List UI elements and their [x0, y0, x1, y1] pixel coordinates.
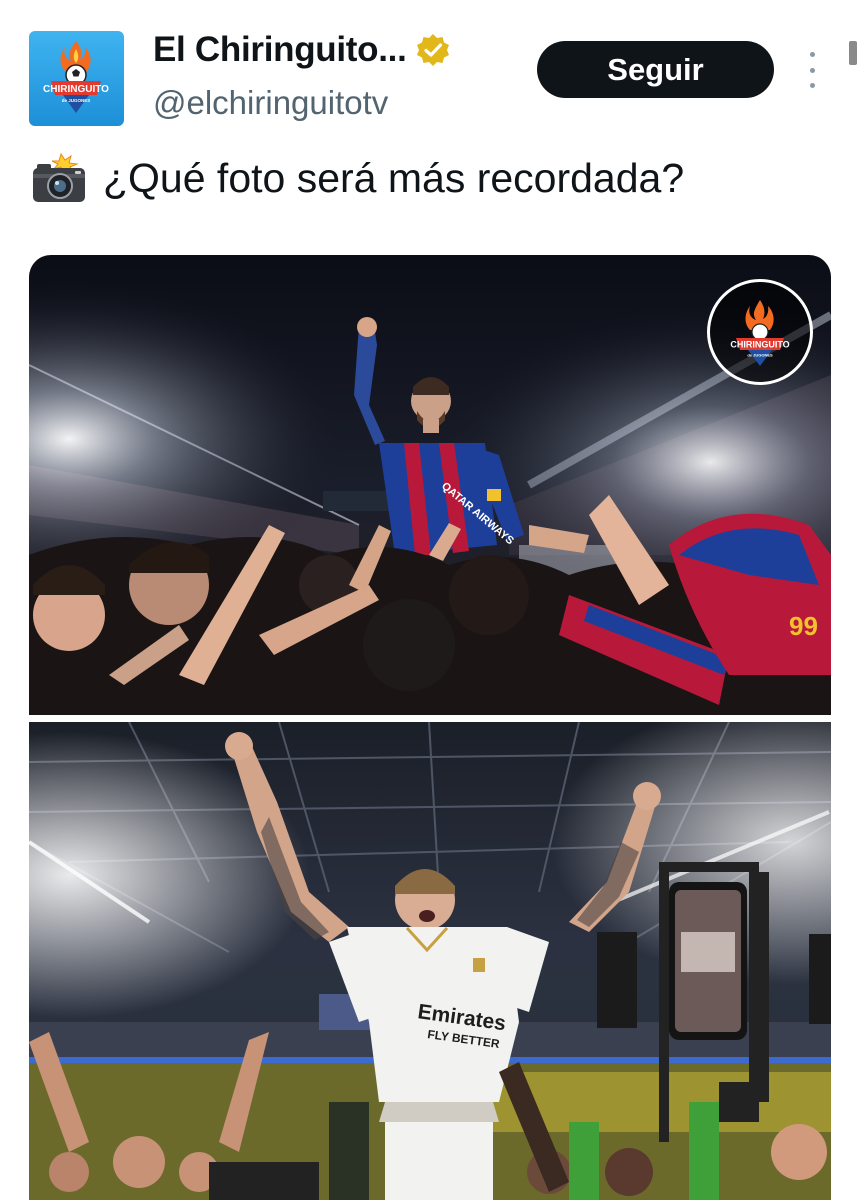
- photo-kroos-celebration[interactable]: Emirates FLY BETTER: [29, 722, 831, 1200]
- chiringuito-logo: CHIRINGUITO de JUGONES: [43, 41, 109, 113]
- scrollbar-thumb[interactable]: [849, 41, 857, 65]
- photo-2-image: Emirates FLY BETTER: [29, 722, 831, 1200]
- svg-text:de JUGONES: de JUGONES: [747, 353, 773, 358]
- post-media[interactable]: QATAR AIRWAYS 99 CHIRINGUITO de JUGONES …: [29, 255, 831, 1200]
- follow-button[interactable]: Seguir: [537, 41, 774, 98]
- post-text-content: ¿Qué foto será más recordada?: [103, 154, 685, 201]
- camera-with-flash-icon: [33, 152, 85, 202]
- svg-text:de JUGONES: de JUGONES: [62, 98, 91, 103]
- svg-text:CHIRINGUITO: CHIRINGUITO: [730, 340, 789, 350]
- display-name[interactable]: El Chiringuito...: [153, 30, 451, 70]
- account-handle[interactable]: @elchiringuitotv: [153, 84, 388, 122]
- chiringuito-watermark: CHIRINGUITO de JUGONES: [707, 279, 813, 385]
- chiringuito-watermark-logo: CHIRINGUITO de JUGONES: [730, 300, 790, 366]
- post-text: ¿Qué foto será más recordada?: [31, 152, 684, 204]
- photo-messi-celebration[interactable]: QATAR AIRWAYS 99 CHIRINGUITO de JUGONES: [29, 255, 831, 715]
- svg-text:CHIRINGUITO: CHIRINGUITO: [43, 84, 109, 95]
- tweet-card: CHIRINGUITO de JUGONES El Chiringuito...…: [0, 0, 860, 1200]
- display-name-text: El Chiringuito...: [153, 30, 407, 69]
- verified-badge-icon: [416, 34, 449, 66]
- more-options-icon[interactable]: [801, 52, 823, 88]
- account-avatar[interactable]: CHIRINGUITO de JUGONES: [29, 31, 124, 126]
- svg-text:99: 99: [789, 611, 818, 641]
